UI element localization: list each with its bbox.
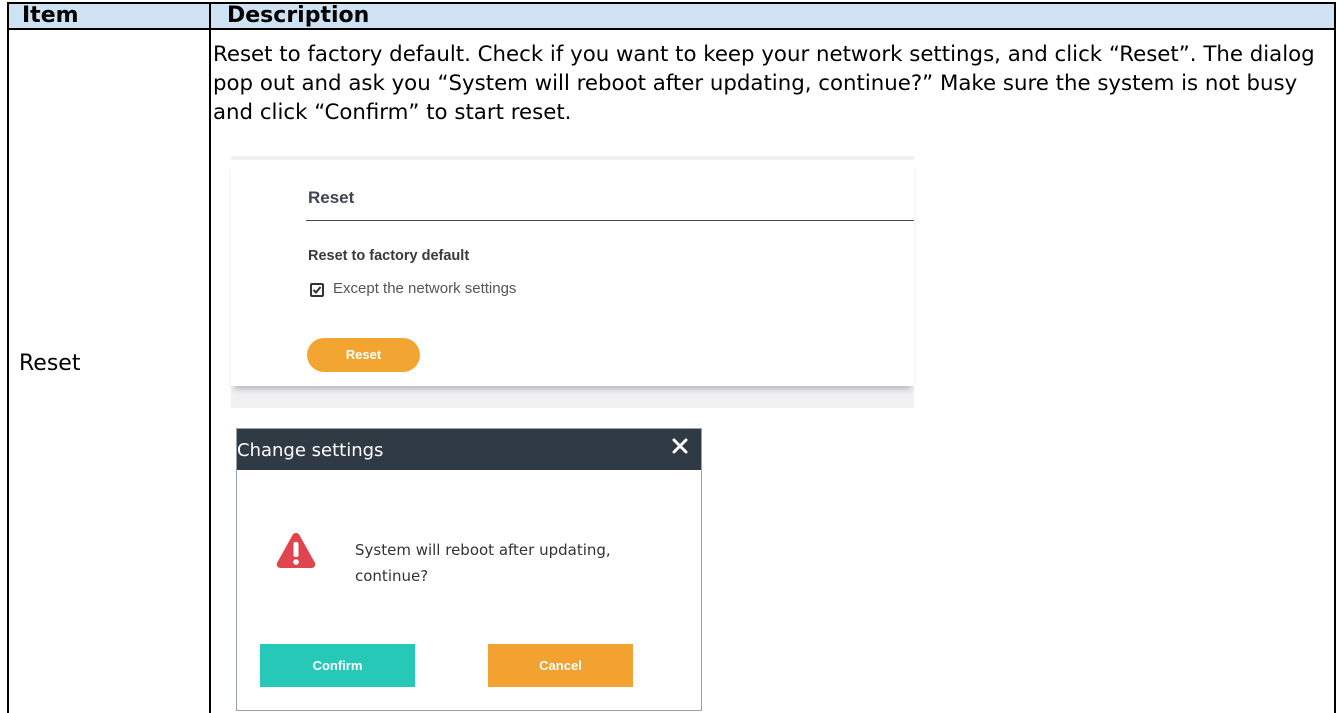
dialog-title: Change settings xyxy=(237,440,384,461)
item-cell: Reset xyxy=(19,351,81,376)
header-description: Description xyxy=(227,3,370,28)
warning-icon xyxy=(276,533,316,568)
close-icon[interactable] xyxy=(671,437,689,455)
confirm-button[interactable]: Confirm xyxy=(260,644,415,687)
header-item: Item xyxy=(22,3,79,28)
reset-button[interactable]: Reset xyxy=(307,338,420,372)
reset-factory-default-label: Reset to factory default xyxy=(308,248,470,264)
change-settings-dialog: Change settings System will reboot after… xyxy=(236,428,702,711)
reset-card: Reset Reset to factory default Except th… xyxy=(231,160,914,386)
dialog-message: System will reboot after updating, conti… xyxy=(355,541,611,585)
section-divider xyxy=(306,220,914,221)
description-text: Reset to factory default. Check if you w… xyxy=(213,42,1315,125)
dialog-header: Change settings xyxy=(237,429,701,470)
reset-settings-panel: Reset Reset to factory default Except th… xyxy=(231,156,914,408)
table-header-row xyxy=(7,2,1336,30)
keep-network-label: Except the network settings xyxy=(333,280,517,297)
cancel-button[interactable]: Cancel xyxy=(488,644,633,687)
keep-network-checkbox[interactable] xyxy=(310,283,324,297)
table-border-left xyxy=(7,2,9,713)
table-border-right xyxy=(1334,2,1336,713)
table-column-divider xyxy=(209,2,211,713)
reset-section-title: Reset xyxy=(308,188,355,207)
check-icon xyxy=(312,286,322,294)
